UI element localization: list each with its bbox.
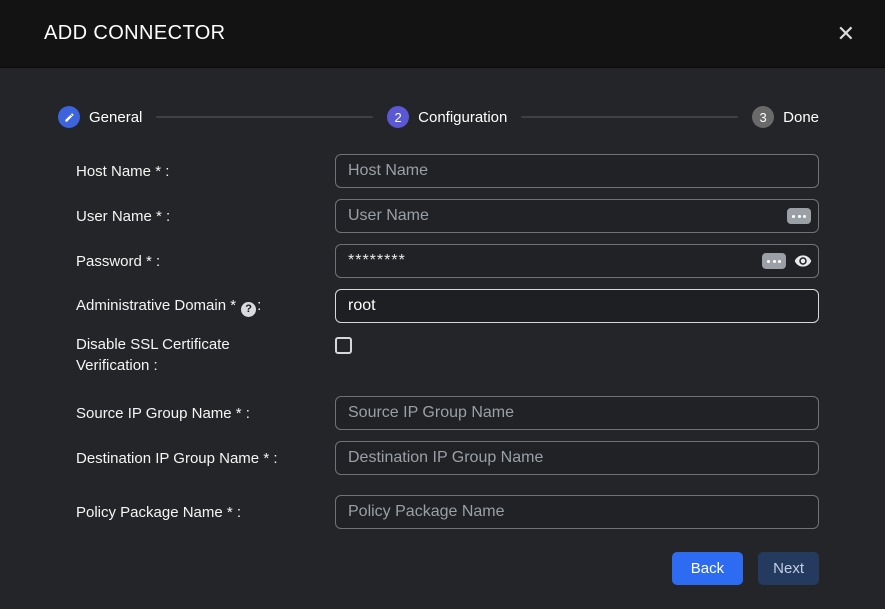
eye-icon	[794, 252, 812, 270]
user-name-input[interactable]	[335, 199, 819, 233]
back-button[interactable]: Back	[672, 552, 743, 585]
host-name-input-wrap	[335, 154, 819, 188]
destination-ip-group-label: Destination IP Group Name * :	[76, 448, 335, 469]
administrative-domain-input[interactable]	[335, 289, 819, 323]
step-configuration-number: 2	[387, 106, 409, 128]
administrative-domain-input-wrap	[335, 289, 819, 323]
ssl-verification-label: Disable SSL Certificate Verification :	[76, 334, 335, 376]
password-input-wrap	[335, 244, 819, 278]
help-icon[interactable]: ?	[241, 302, 256, 317]
ellipsis-icon[interactable]	[762, 253, 786, 269]
user-name-input-wrap	[335, 199, 819, 233]
close-icon: ✕	[837, 21, 855, 46]
ssl-verification-checkbox-wrap	[335, 334, 819, 359]
source-ip-group-label: Source IP Group Name * :	[76, 403, 335, 424]
show-password-button[interactable]	[794, 252, 812, 270]
form-row-user-name: User Name * :	[76, 199, 819, 233]
connector-form: Host Name * : User Name * : Password * :	[58, 154, 819, 540]
step-done-label: Done	[783, 109, 819, 126]
user-name-label: User Name * :	[76, 206, 335, 227]
step-configuration-label: Configuration	[418, 109, 507, 126]
source-ip-group-input-wrap	[335, 396, 819, 430]
form-row-source-ip-group: Source IP Group Name * :	[76, 396, 819, 430]
policy-package-input[interactable]	[335, 495, 819, 529]
destination-ip-group-input[interactable]	[335, 441, 819, 475]
dialog-title: ADD CONNECTOR	[44, 22, 833, 45]
dialog-header: ADD CONNECTOR ✕	[0, 0, 885, 68]
host-name-label: Host Name * :	[76, 161, 335, 182]
step-general[interactable]: General	[58, 106, 142, 128]
step-done-number: 3	[752, 106, 774, 128]
ellipsis-icon[interactable]	[787, 208, 811, 224]
add-connector-dialog: ADD CONNECTOR ✕ General 2 Configuration	[0, 0, 885, 608]
wizard-stepper: General 2 Configuration 3 Done	[58, 106, 819, 128]
policy-package-label: Policy Package Name * :	[76, 502, 335, 523]
source-ip-group-input[interactable]	[335, 396, 819, 430]
form-row-administrative-domain: Administrative Domain *?:	[76, 289, 819, 323]
policy-package-input-wrap	[335, 495, 819, 529]
destination-ip-group-input-wrap	[335, 441, 819, 475]
step-general-label: General	[89, 109, 142, 126]
form-row-destination-ip-group: Destination IP Group Name * :	[76, 441, 819, 475]
step-done[interactable]: 3 Done	[752, 106, 819, 128]
step-connector-line	[521, 116, 738, 118]
ssl-verification-checkbox[interactable]	[335, 337, 352, 354]
administrative-domain-label-text: Administrative Domain *	[76, 297, 236, 314]
pencil-icon	[58, 106, 80, 128]
administrative-domain-label-suffix: :	[257, 297, 261, 314]
next-button[interactable]: Next	[758, 552, 819, 585]
step-configuration[interactable]: 2 Configuration	[387, 106, 507, 128]
form-row-password: Password * :	[76, 244, 819, 278]
form-row-host-name: Host Name * :	[76, 154, 819, 188]
password-label: Password * :	[76, 251, 335, 272]
dialog-body: General 2 Configuration 3 Done Host Name…	[0, 68, 885, 609]
form-row-policy-package: Policy Package Name * :	[76, 495, 819, 529]
close-button[interactable]: ✕	[833, 21, 859, 47]
dialog-footer: Back Next	[58, 552, 819, 585]
password-input[interactable]	[335, 244, 819, 278]
form-row-ssl-verification: Disable SSL Certificate Verification :	[76, 334, 819, 380]
step-connector-line	[156, 116, 373, 118]
administrative-domain-label: Administrative Domain *?:	[76, 295, 335, 317]
host-name-input[interactable]	[335, 154, 819, 188]
